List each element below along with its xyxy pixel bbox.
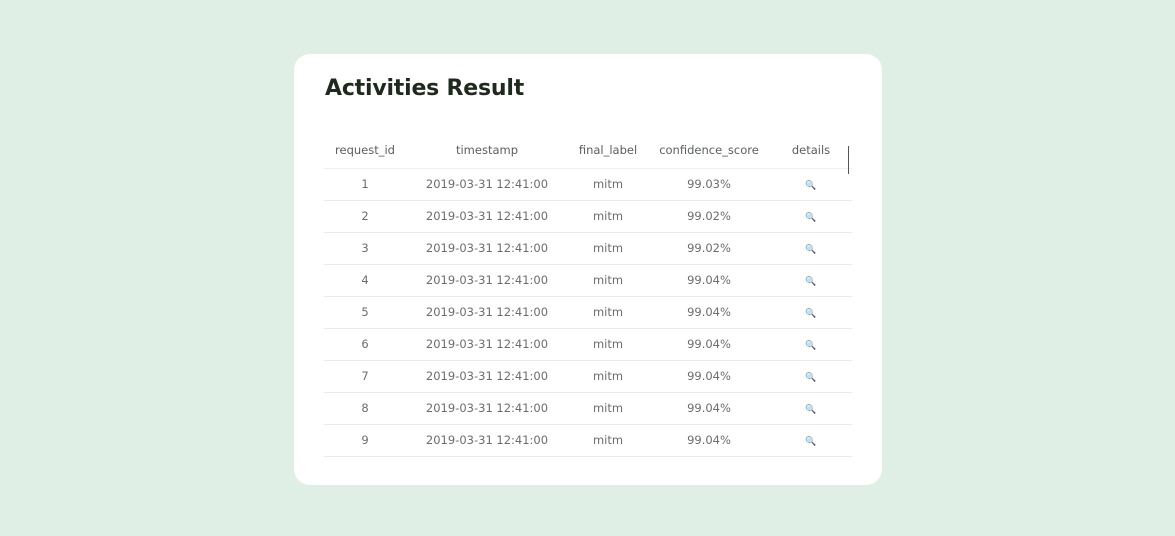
cell-details: 🔍 [770,392,852,425]
table-row[interactable]: 102019-03-31 12:41:00mitm99.04%🔍 [324,456,852,466]
cell-timestamp: 2019-03-31 12:41:00 [406,424,568,457]
cell-final-label: mitm [568,360,648,393]
cell-request-id: 10 [324,456,406,466]
cell-confidence-score: 99.02% [648,232,770,265]
cell-confidence-score: 99.02% [648,200,770,233]
cell-details: 🔍 [770,424,852,457]
cell-final-label: mitm [568,456,648,466]
cell-details: 🔍 [770,456,852,466]
magnifier-icon[interactable]: 🔍 [805,405,816,415]
table-header-row: request_id timestamp final_label confide… [324,136,852,169]
magnifier-icon[interactable]: 🔍 [805,309,816,319]
cell-final-label: mitm [568,328,648,361]
cell-details: 🔍 [770,296,852,329]
cell-request-id: 3 [324,232,406,265]
cell-timestamp: 2019-03-31 12:41:00 [406,168,568,201]
cell-final-label: mitm [568,264,648,297]
cell-confidence-score: 99.04% [648,296,770,329]
table-row[interactable]: 1 2019-03-31 12:41:00 mitm 99.03% 🔍 [324,168,852,201]
magnifier-icon[interactable]: 🔍 [805,245,816,255]
cell-request-id: 5 [324,296,406,329]
column-header-final-label[interactable]: final_label [568,136,648,169]
cell-timestamp: 2019-03-31 12:41:00 [406,392,568,425]
cell-details: 🔍 [770,360,852,393]
cell-details: 🔍 [770,200,852,233]
cell-request-id: 8 [324,392,406,425]
cell-timestamp: 2019-03-31 12:41:00 [406,296,568,329]
table-row[interactable]: 6 2019-03-31 12:41:00 mitm 99.04% 🔍 [324,328,852,361]
cell-confidence-score: 99.04% [648,392,770,425]
table-row[interactable]: 8 2019-03-31 12:41:00 mitm 99.04% 🔍 [324,392,852,425]
cell-final-label: mitm [568,296,648,329]
magnifier-icon[interactable]: 🔍 [805,341,816,351]
cell-final-label: mitm [568,232,648,265]
cell-timestamp: 2019-03-31 12:41:00 [406,232,568,265]
card-title: Activities Result [325,76,525,101]
table-row[interactable]: 5 2019-03-31 12:41:00 mitm 99.04% 🔍 [324,296,852,329]
cell-timestamp: 2019-03-31 12:41:00 [406,200,568,233]
cell-timestamp: 2019-03-31 12:41:00 [406,360,568,393]
cell-request-id: 6 [324,328,406,361]
column-header-details[interactable]: details [770,136,852,169]
magnifier-icon[interactable]: 🔍 [805,373,816,383]
table-row[interactable]: 9 2019-03-31 12:41:00 mitm 99.04% 🔍 [324,424,852,457]
cell-request-id: 9 [324,424,406,457]
cell-final-label: mitm [568,168,648,201]
cell-confidence-score: 99.04% [648,456,770,466]
magnifier-icon[interactable]: 🔍 [805,277,816,287]
column-header-timestamp[interactable]: timestamp [406,136,568,169]
scrollbar[interactable] [848,146,849,174]
cell-request-id: 4 [324,264,406,297]
results-table: request_id timestamp final_label confide… [324,136,852,466]
magnifier-icon[interactable]: 🔍 [805,437,816,447]
cell-details: 🔍 [770,264,852,297]
cell-confidence-score: 99.04% [648,424,770,457]
cell-request-id: 7 [324,360,406,393]
column-header-request-id[interactable]: request_id [324,136,406,169]
cell-request-id: 2 [324,200,406,233]
cell-final-label: mitm [568,392,648,425]
cell-confidence-score: 99.04% [648,328,770,361]
cell-confidence-score: 99.04% [648,264,770,297]
cell-details: 🔍 [770,328,852,361]
table-row[interactable]: 3 2019-03-31 12:41:00 mitm 99.02% 🔍 [324,232,852,265]
magnifier-icon[interactable]: 🔍 [805,213,816,223]
cell-details: 🔍 [770,168,852,201]
results-table-scroll[interactable]: request_id timestamp final_label confide… [324,136,852,466]
table-row[interactable]: 2 2019-03-31 12:41:00 mitm 99.02% 🔍 [324,200,852,233]
table-row[interactable]: 7 2019-03-31 12:41:00 mitm 99.04% 🔍 [324,360,852,393]
column-header-confidence-score[interactable]: confidence_score [648,136,770,169]
cell-confidence-score: 99.04% [648,360,770,393]
cell-final-label: mitm [568,424,648,457]
activities-card: Activities Result request_id timestamp f… [294,54,882,485]
cell-confidence-score: 99.03% [648,168,770,201]
table-row[interactable]: 4 2019-03-31 12:41:00 mitm 99.04% 🔍 [324,264,852,297]
cell-details: 🔍 [770,232,852,265]
magnifier-icon[interactable]: 🔍 [805,181,816,191]
cell-timestamp: 2019-03-31 12:41:00 [406,328,568,361]
cell-request-id: 1 [324,168,406,201]
table-body: 1 2019-03-31 12:41:00 mitm 99.03% 🔍 2 2019-03-… [324,168,852,466]
cell-timestamp: 2019-03-31 12:41:00 [406,264,568,297]
cell-timestamp: 2019-03-31 12:41:00 [406,456,568,466]
cell-final-label: mitm [568,200,648,233]
